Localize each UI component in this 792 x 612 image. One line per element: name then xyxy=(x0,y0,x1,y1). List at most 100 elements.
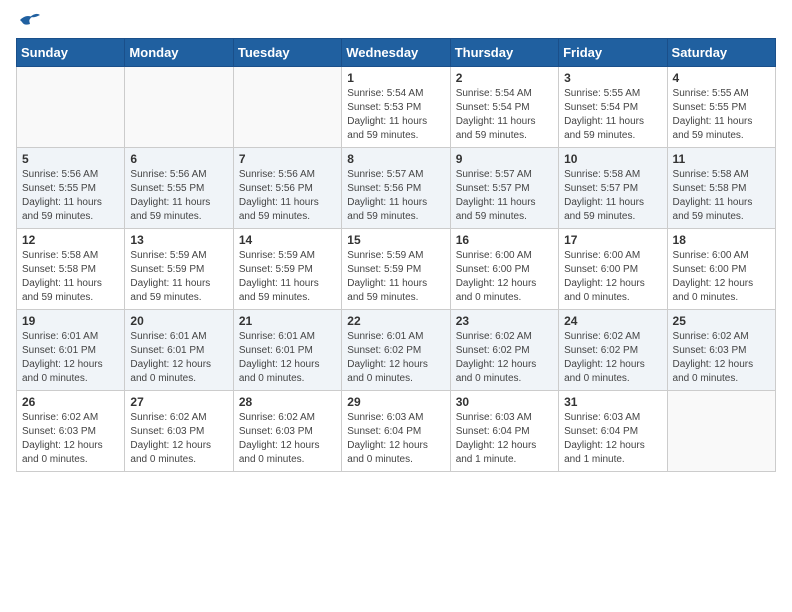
day-info: Sunrise: 5:59 AM Sunset: 5:59 PM Dayligh… xyxy=(347,249,444,305)
day-number: 22 xyxy=(347,314,444,328)
day-number: 23 xyxy=(456,314,553,328)
day-number: 25 xyxy=(673,314,770,328)
calendar-table: SundayMondayTuesdayWednesdayThursdayFrid… xyxy=(16,38,776,472)
calendar-cell: 18 Sunrise: 6:00 AM Sunset: 6:00 PM Dayli… xyxy=(667,229,775,310)
day-info: Sunrise: 5:55 AM Sunset: 5:54 PM Dayligh… xyxy=(564,87,661,143)
day-number: 3 xyxy=(564,71,661,85)
day-number: 26 xyxy=(22,395,119,409)
calendar-cell: 27 Sunrise: 6:02 AM Sunset: 6:03 PM Dayli… xyxy=(125,391,233,472)
calendar-week-5: 26 Sunrise: 6:02 AM Sunset: 6:03 PM Dayli… xyxy=(17,391,776,472)
day-info: Sunrise: 5:58 AM Sunset: 5:58 PM Dayligh… xyxy=(673,168,770,224)
day-number: 29 xyxy=(347,395,444,409)
logo xyxy=(16,16,40,26)
day-number: 5 xyxy=(22,152,119,166)
day-info: Sunrise: 6:03 AM Sunset: 6:04 PM Dayligh… xyxy=(347,411,444,467)
day-number: 19 xyxy=(22,314,119,328)
day-number: 14 xyxy=(239,233,336,247)
calendar-week-4: 19 Sunrise: 6:01 AM Sunset: 6:01 PM Dayli… xyxy=(17,310,776,391)
day-info: Sunrise: 5:57 AM Sunset: 5:56 PM Dayligh… xyxy=(347,168,444,224)
calendar-cell: 7 Sunrise: 5:56 AM Sunset: 5:56 PM Daylig… xyxy=(233,148,341,229)
day-info: Sunrise: 5:58 AM Sunset: 5:57 PM Dayligh… xyxy=(564,168,661,224)
calendar-cell: 31 Sunrise: 6:03 AM Sunset: 6:04 PM Dayli… xyxy=(559,391,667,472)
calendar-cell: 16 Sunrise: 6:00 AM Sunset: 6:00 PM Dayli… xyxy=(450,229,558,310)
calendar-week-1: 1Sunrise: 5:54 AM Sunset: 5:53 PM Daylig… xyxy=(17,67,776,148)
calendar-header: SundayMondayTuesdayWednesdayThursdayFrid… xyxy=(17,39,776,67)
day-info: Sunrise: 5:56 AM Sunset: 5:56 PM Dayligh… xyxy=(239,168,336,224)
day-info: Sunrise: 5:55 AM Sunset: 5:55 PM Dayligh… xyxy=(673,87,770,143)
day-number: 21 xyxy=(239,314,336,328)
day-info: Sunrise: 5:54 AM Sunset: 5:54 PM Dayligh… xyxy=(456,87,553,143)
calendar-cell: 23 Sunrise: 6:02 AM Sunset: 6:02 PM Dayli… xyxy=(450,310,558,391)
day-number: 4 xyxy=(673,71,770,85)
calendar-cell: 26 Sunrise: 6:02 AM Sunset: 6:03 PM Dayli… xyxy=(17,391,125,472)
calendar-cell: 25 Sunrise: 6:02 AM Sunset: 6:03 PM Dayli… xyxy=(667,310,775,391)
calendar-body: 1Sunrise: 5:54 AM Sunset: 5:53 PM Daylig… xyxy=(17,67,776,472)
day-of-week-thursday: Thursday xyxy=(450,39,558,67)
day-info: Sunrise: 6:02 AM Sunset: 6:03 PM Dayligh… xyxy=(673,330,770,386)
day-info: Sunrise: 5:54 AM Sunset: 5:53 PM Dayligh… xyxy=(347,87,444,143)
day-info: Sunrise: 6:00 AM Sunset: 6:00 PM Dayligh… xyxy=(456,249,553,305)
day-info: Sunrise: 5:58 AM Sunset: 5:58 PM Dayligh… xyxy=(22,249,119,305)
calendar-cell: 29 Sunrise: 6:03 AM Sunset: 6:04 PM Dayli… xyxy=(342,391,450,472)
day-info: Sunrise: 6:02 AM Sunset: 6:03 PM Dayligh… xyxy=(22,411,119,467)
calendar-cell: 5Sunrise: 5:56 AM Sunset: 5:55 PM Daylig… xyxy=(17,148,125,229)
day-number: 8 xyxy=(347,152,444,166)
calendar-cell: 13Sunrise: 5:59 AM Sunset: 5:59 PM Dayli… xyxy=(125,229,233,310)
day-info: Sunrise: 6:02 AM Sunset: 6:03 PM Dayligh… xyxy=(239,411,336,467)
day-info: Sunrise: 5:59 AM Sunset: 5:59 PM Dayligh… xyxy=(130,249,227,305)
calendar-cell: 3 Sunrise: 5:55 AM Sunset: 5:54 PM Daylig… xyxy=(559,67,667,148)
day-of-week-tuesday: Tuesday xyxy=(233,39,341,67)
day-number: 12 xyxy=(22,233,119,247)
day-of-week-saturday: Saturday xyxy=(667,39,775,67)
day-number: 28 xyxy=(239,395,336,409)
calendar-cell: 6 Sunrise: 5:56 AM Sunset: 5:55 PM Daylig… xyxy=(125,148,233,229)
page-header xyxy=(16,16,776,26)
day-number: 27 xyxy=(130,395,227,409)
day-info: Sunrise: 6:03 AM Sunset: 6:04 PM Dayligh… xyxy=(564,411,661,467)
calendar-cell: 9 Sunrise: 5:57 AM Sunset: 5:57 PM Daylig… xyxy=(450,148,558,229)
day-info: Sunrise: 5:57 AM Sunset: 5:57 PM Dayligh… xyxy=(456,168,553,224)
day-of-week-sunday: Sunday xyxy=(17,39,125,67)
day-number: 6 xyxy=(130,152,227,166)
day-info: Sunrise: 6:01 AM Sunset: 6:01 PM Dayligh… xyxy=(239,330,336,386)
day-number: 9 xyxy=(456,152,553,166)
day-number: 16 xyxy=(456,233,553,247)
day-number: 18 xyxy=(673,233,770,247)
day-of-week-wednesday: Wednesday xyxy=(342,39,450,67)
day-info: Sunrise: 5:59 AM Sunset: 5:59 PM Dayligh… xyxy=(239,249,336,305)
day-info: Sunrise: 6:02 AM Sunset: 6:03 PM Dayligh… xyxy=(130,411,227,467)
calendar-cell: 19 Sunrise: 6:01 AM Sunset: 6:01 PM Dayli… xyxy=(17,310,125,391)
calendar-cell: 20 Sunrise: 6:01 AM Sunset: 6:01 PM Dayli… xyxy=(125,310,233,391)
calendar-cell: 17Sunrise: 6:00 AM Sunset: 6:00 PM Dayli… xyxy=(559,229,667,310)
day-number: 31 xyxy=(564,395,661,409)
day-info: Sunrise: 6:01 AM Sunset: 6:02 PM Dayligh… xyxy=(347,330,444,386)
calendar-cell: 21 Sunrise: 6:01 AM Sunset: 6:01 PM Dayli… xyxy=(233,310,341,391)
day-info: Sunrise: 5:56 AM Sunset: 5:55 PM Dayligh… xyxy=(130,168,227,224)
logo-bird-icon xyxy=(18,12,40,30)
calendar-cell: 24 Sunrise: 6:02 AM Sunset: 6:02 PM Dayli… xyxy=(559,310,667,391)
day-info: Sunrise: 6:02 AM Sunset: 6:02 PM Dayligh… xyxy=(456,330,553,386)
day-info: Sunrise: 6:01 AM Sunset: 6:01 PM Dayligh… xyxy=(22,330,119,386)
day-info: Sunrise: 6:02 AM Sunset: 6:02 PM Dayligh… xyxy=(564,330,661,386)
day-info: Sunrise: 6:01 AM Sunset: 6:01 PM Dayligh… xyxy=(130,330,227,386)
day-number: 2 xyxy=(456,71,553,85)
calendar-cell xyxy=(125,67,233,148)
day-info: Sunrise: 6:00 AM Sunset: 6:00 PM Dayligh… xyxy=(673,249,770,305)
day-number: 15 xyxy=(347,233,444,247)
day-number: 30 xyxy=(456,395,553,409)
day-number: 24 xyxy=(564,314,661,328)
calendar-cell: 14 Sunrise: 5:59 AM Sunset: 5:59 PM Dayli… xyxy=(233,229,341,310)
calendar-cell: 4 Sunrise: 5:55 AM Sunset: 5:55 PM Daylig… xyxy=(667,67,775,148)
day-info: Sunrise: 6:03 AM Sunset: 6:04 PM Dayligh… xyxy=(456,411,553,467)
day-number: 11 xyxy=(673,152,770,166)
calendar-week-2: 5 Sunrise: 5:56 AM Sunset: 5:55 PM Daylig… xyxy=(17,148,776,229)
calendar-week-3: 12 Sunrise: 5:58 AM Sunset: 5:58 PM Dayli… xyxy=(17,229,776,310)
calendar-cell xyxy=(667,391,775,472)
day-of-week-monday: Monday xyxy=(125,39,233,67)
day-number: 7 xyxy=(239,152,336,166)
calendar-cell xyxy=(17,67,125,148)
day-of-week-friday: Friday xyxy=(559,39,667,67)
calendar-cell: 30 Sunrise: 6:03 AM Sunset: 6:04 PM Dayli… xyxy=(450,391,558,472)
day-number: 20 xyxy=(130,314,227,328)
calendar-cell: 10Sunrise: 5:58 AM Sunset: 5:57 PM Dayli… xyxy=(559,148,667,229)
